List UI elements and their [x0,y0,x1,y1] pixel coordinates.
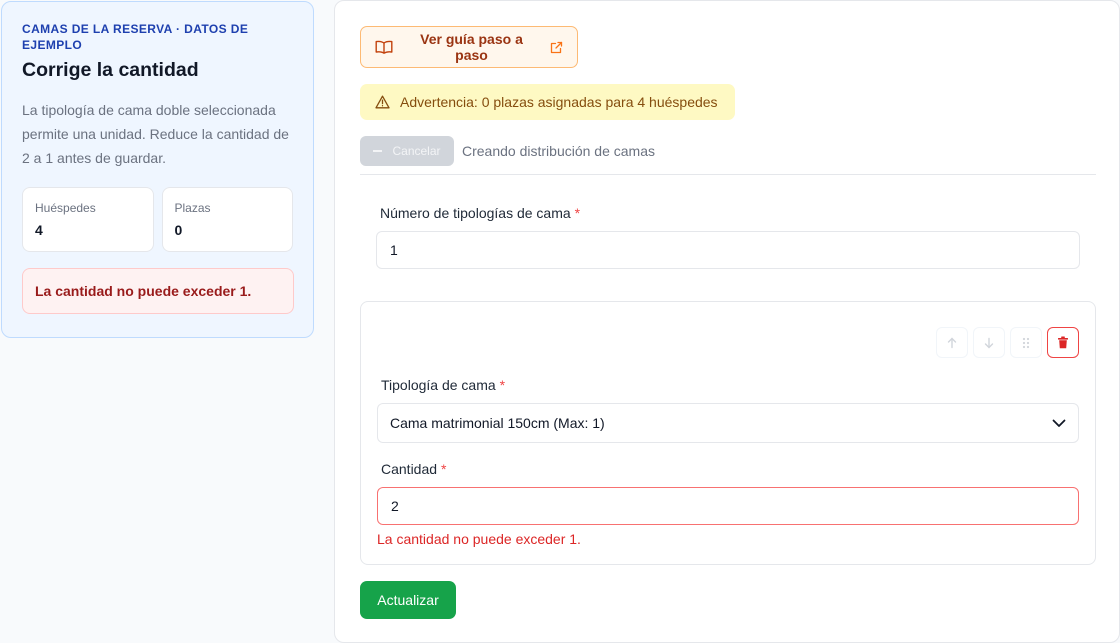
arrow-up-icon [947,337,957,348]
move-up-button[interactable] [936,327,968,358]
arrow-down-icon [984,337,994,348]
stats-row: Huéspedes 4 Plazas 0 [22,187,293,252]
move-down-button[interactable] [973,327,1005,358]
bed-type-count-input[interactable]: 1 [376,231,1080,269]
status-row: Cancelar Creando distribución de camas [360,136,655,166]
required-mark: * [574,205,581,221]
update-button[interactable]: Actualizar [360,581,456,619]
info-description: La tipología de cama doble seleccionada … [22,102,289,166]
cancel-button[interactable]: Cancelar [360,136,454,166]
guide-button-label: Ver guía paso a paso [420,31,523,63]
drag-handle-icon [1022,337,1030,348]
cancel-button-label: Cancelar [392,144,441,158]
bed-type-label: Tipología de cama * [381,377,505,393]
stat-label: Huéspedes [35,201,96,215]
info-eyebrow: CAMAS DE LA RESERVA · DATOS DE EJEMPLO [22,22,249,52]
stat-value: 4 [35,222,43,238]
quantity-label-text: Cantidad [381,461,438,477]
quantity-value: 2 [391,498,399,514]
bed-entry-card: Tipología de cama * Cama matrimonial 150c… [360,301,1096,565]
quantity-label: Cantidad * [381,461,447,477]
bed-distribution-form: Ver guía paso a paso Advertencia: 0 plaz… [334,0,1120,643]
guide-button[interactable]: Ver guía paso a paso [360,26,578,68]
bed-type-count-label-text: Número de tipologías de cama [380,205,571,221]
delete-button[interactable] [1047,327,1079,358]
info-panel: CAMAS DE LA RESERVA · DATOS DE EJEMPLO C… [1,1,314,338]
bed-type-select[interactable]: Cama matrimonial 150cm (Max: 1) [377,403,1079,443]
book-icon [375,40,393,54]
required-mark: * [499,377,506,393]
quantity-input[interactable]: 2 [377,487,1079,525]
stat-label: Plazas [174,201,211,215]
warning-icon [375,95,390,109]
required-mark: * [441,461,447,477]
stat-card-places: Plazas 0 [161,187,293,252]
info-title: Corrige la cantidad [22,59,199,81]
warning-banner: Advertencia: 0 plazas asignadas para 4 h… [360,84,735,120]
minus-icon [373,150,383,152]
divider [360,174,1096,175]
update-button-label: Actualizar [377,592,439,608]
external-link-icon [550,41,563,53]
info-error-box: La cantidad no puede exceder 1. [22,268,294,314]
quantity-error-message: La cantidad no puede exceder 1. [377,531,581,547]
info-error-text: La cantidad no puede exceder 1. [35,283,252,299]
bed-type-selected-value: Cama matrimonial 150cm (Max: 1) [390,415,605,431]
stat-value: 0 [174,222,183,238]
stat-card-guests: Huéspedes 4 [22,187,154,252]
bed-type-count-label: Número de tipologías de cama * [380,205,580,221]
warning-text: Advertencia: 0 plazas asignadas para 4 h… [400,94,718,110]
chevron-down-icon [1052,419,1066,427]
bed-type-count-value: 1 [390,242,398,258]
drag-handle-button[interactable] [1010,327,1042,358]
trash-icon [1058,336,1068,349]
bed-type-label-text: Tipología de cama [381,377,496,393]
status-text: Creando distribución de camas [462,143,655,159]
bed-entry-tools [936,327,1079,358]
